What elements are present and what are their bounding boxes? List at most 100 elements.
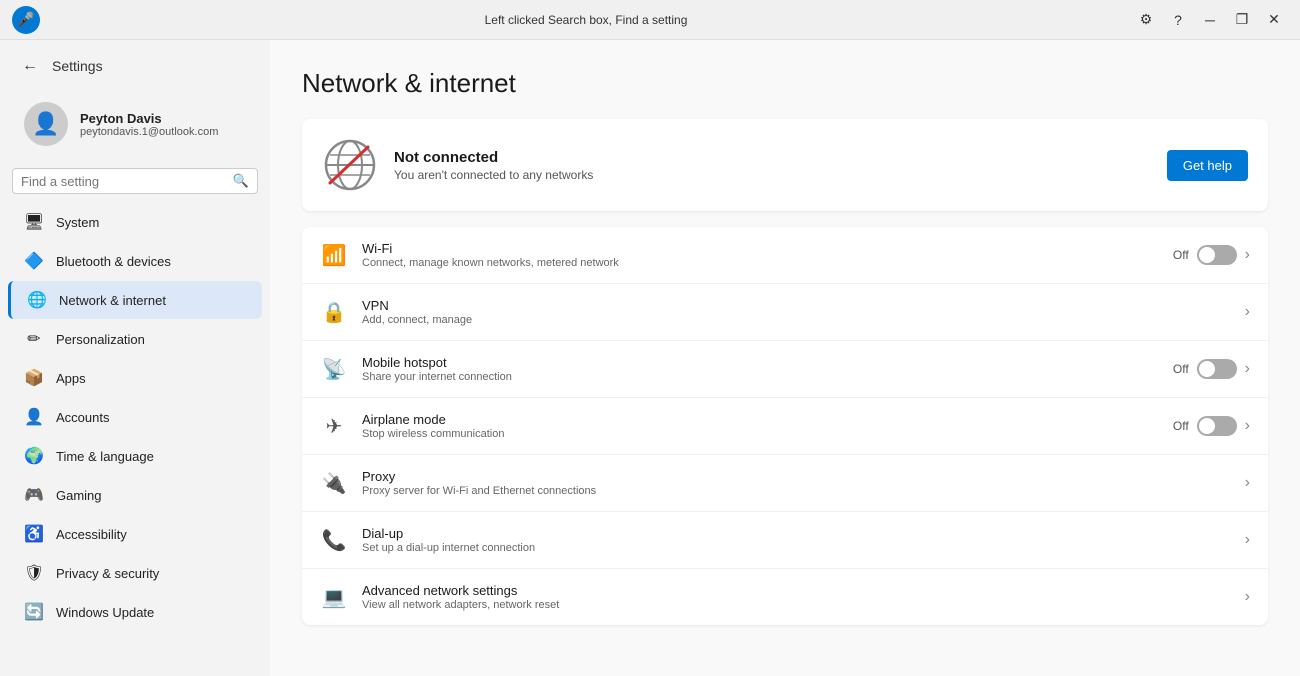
user-profile[interactable]: 👤 Peyton Davis peytondavis.1@outlook.com [8,92,262,156]
sidebar-item-label: Accounts [56,410,109,425]
sidebar-item-label: Gaming [56,488,102,503]
sidebar-item-label: Accessibility [56,527,127,542]
sidebar-item-label: Personalization [56,332,145,347]
search-input[interactable] [21,174,227,189]
sidebar-item-update[interactable]: 🔄 Windows Update [8,593,262,631]
sidebar-item-time[interactable]: 🌍 Time & language [8,437,262,475]
restore-button[interactable]: ❐ [1228,6,1256,34]
status-info: Not connected You aren't connected to an… [394,149,1151,182]
wifi-toggle[interactable] [1197,245,1237,265]
chevron-right-icon: › [1245,531,1250,549]
settings-item-dialup[interactable]: 📞 Dial-up Set up a dial-up internet conn… [302,512,1268,569]
toggle-group: Off › [1173,416,1250,436]
settings-item-desc: Proxy server for Wi-Fi and Ethernet conn… [362,485,1231,497]
avatar: 👤 [24,102,68,146]
toggle-label: Off [1173,248,1189,262]
chevron-right-icon: › [1245,303,1250,321]
settings-item-name: Advanced network settings [362,583,1231,598]
titlebar-status: Left clicked Search box, Find a setting [50,13,1122,27]
chevron-right-icon: › [1245,474,1250,492]
dialup-icon: 📞 [320,526,348,554]
vpn-icon: 🔒 [320,298,348,326]
close-button[interactable]: ✕ [1260,6,1288,34]
mic-icon: 🎤 [12,6,40,34]
toggle-group: Off › [1173,245,1250,265]
user-email: peytondavis.1@outlook.com [80,126,218,138]
sidebar-item-label: Time & language [56,449,154,464]
window-controls: ⚙ ? ─ ❐ ✕ [1132,6,1288,34]
settings-text: VPN Add, connect, manage [362,298,1231,326]
airplane-toggle[interactable] [1197,416,1237,436]
status-title: Not connected [394,149,1151,166]
sidebar-item-label: Apps [56,371,86,386]
settings-text: Dial-up Set up a dial-up internet connec… [362,526,1231,554]
back-button[interactable]: ← [16,52,44,80]
main-content: Network & internet Not connected You are… [270,40,1300,676]
help-icon[interactable]: ? [1164,6,1192,34]
sidebar-item-apps[interactable]: 📦 Apps [8,359,262,397]
chevron-right-icon: › [1245,360,1250,378]
settings-text: Advanced network settings View all netwo… [362,583,1231,611]
sidebar-item-gaming[interactable]: 🎮 Gaming [8,476,262,514]
toggle-label: Off [1173,419,1189,433]
settings-text: Mobile hotspot Share your internet conne… [362,355,1159,383]
page-title: Network & internet [302,68,1268,99]
settings-item-name: Airplane mode [362,412,1159,427]
time-icon: 🌍 [24,446,44,466]
settings-text: Airplane mode Stop wireless communicatio… [362,412,1159,440]
window: ← Settings 👤 Peyton Davis peytondavis.1@… [0,40,1300,676]
search-box[interactable]: 🔍 [12,168,258,194]
sidebar-item-label: System [56,215,99,230]
sidebar-nav: 🖥 System 🔷 Bluetooth & devices 🌐 Network… [0,202,270,632]
settings-titlebar-icon[interactable]: ⚙ [1132,6,1160,34]
sidebar-item-label: Bluetooth & devices [56,254,171,269]
sidebar-item-bluetooth[interactable]: 🔷 Bluetooth & devices [8,242,262,280]
sidebar-item-accounts[interactable]: 👤 Accounts [8,398,262,436]
settings-item-desc: Share your internet connection [362,371,1159,383]
accounts-icon: 👤 [24,407,44,427]
sidebar-item-accessibility[interactable]: ♿ Accessibility [8,515,262,553]
minimize-button[interactable]: ─ [1196,6,1224,34]
sidebar-item-system[interactable]: 🖥 System [8,203,262,241]
sidebar-item-privacy[interactable]: 🛡 Privacy & security [8,554,262,592]
sidebar-item-personalization[interactable]: ✏ Personalization [8,320,262,358]
wifi-icon: 📶 [320,241,348,269]
settings-item-name: VPN [362,298,1231,313]
settings-list: 📶 Wi-Fi Connect, manage known networks, … [302,227,1268,625]
settings-item-desc: Add, connect, manage [362,314,1231,326]
settings-item-hotspot[interactable]: 📡 Mobile hotspot Share your internet con… [302,341,1268,398]
chevron-right-icon: › [1245,588,1250,606]
apps-icon: 📦 [24,368,44,388]
status-description: You aren't connected to any networks [394,168,1151,182]
get-help-button[interactable]: Get help [1167,150,1248,181]
network-icon: 🌐 [27,290,47,310]
settings-item-name: Proxy [362,469,1231,484]
airplane-icon: ✈ [320,412,348,440]
settings-item-desc: Set up a dial-up internet connection [362,542,1231,554]
toggle-label: Off [1173,362,1189,376]
system-icon: 🖥 [24,212,44,232]
settings-item-advanced[interactable]: 💻 Advanced network settings View all net… [302,569,1268,625]
hotspot-toggle[interactable] [1197,359,1237,379]
settings-item-airplane[interactable]: ✈ Airplane mode Stop wireless communicat… [302,398,1268,455]
gaming-icon: 🎮 [24,485,44,505]
user-name: Peyton Davis [80,111,218,126]
settings-text: Proxy Proxy server for Wi-Fi and Etherne… [362,469,1231,497]
hotspot-icon: 📡 [320,355,348,383]
sidebar-header: ← Settings [0,40,270,88]
chevron-right-icon: › [1245,417,1250,435]
toggle-group: Off › [1173,359,1250,379]
settings-item-vpn[interactable]: 🔒 VPN Add, connect, manage › [302,284,1268,341]
bluetooth-icon: 🔷 [24,251,44,271]
settings-item-desc: View all network adapters, network reset [362,599,1231,611]
advanced-icon: 💻 [320,583,348,611]
network-status-card: Not connected You aren't connected to an… [302,119,1268,211]
personalization-icon: ✏ [24,329,44,349]
sidebar-item-network[interactable]: 🌐 Network & internet [8,281,262,319]
settings-item-name: Mobile hotspot [362,355,1159,370]
accessibility-icon: ♿ [24,524,44,544]
network-globe-icon [322,137,378,193]
settings-text: Wi-Fi Connect, manage known networks, me… [362,241,1159,269]
settings-item-proxy[interactable]: 🔌 Proxy Proxy server for Wi-Fi and Ether… [302,455,1268,512]
settings-item-wifi[interactable]: 📶 Wi-Fi Connect, manage known networks, … [302,227,1268,284]
